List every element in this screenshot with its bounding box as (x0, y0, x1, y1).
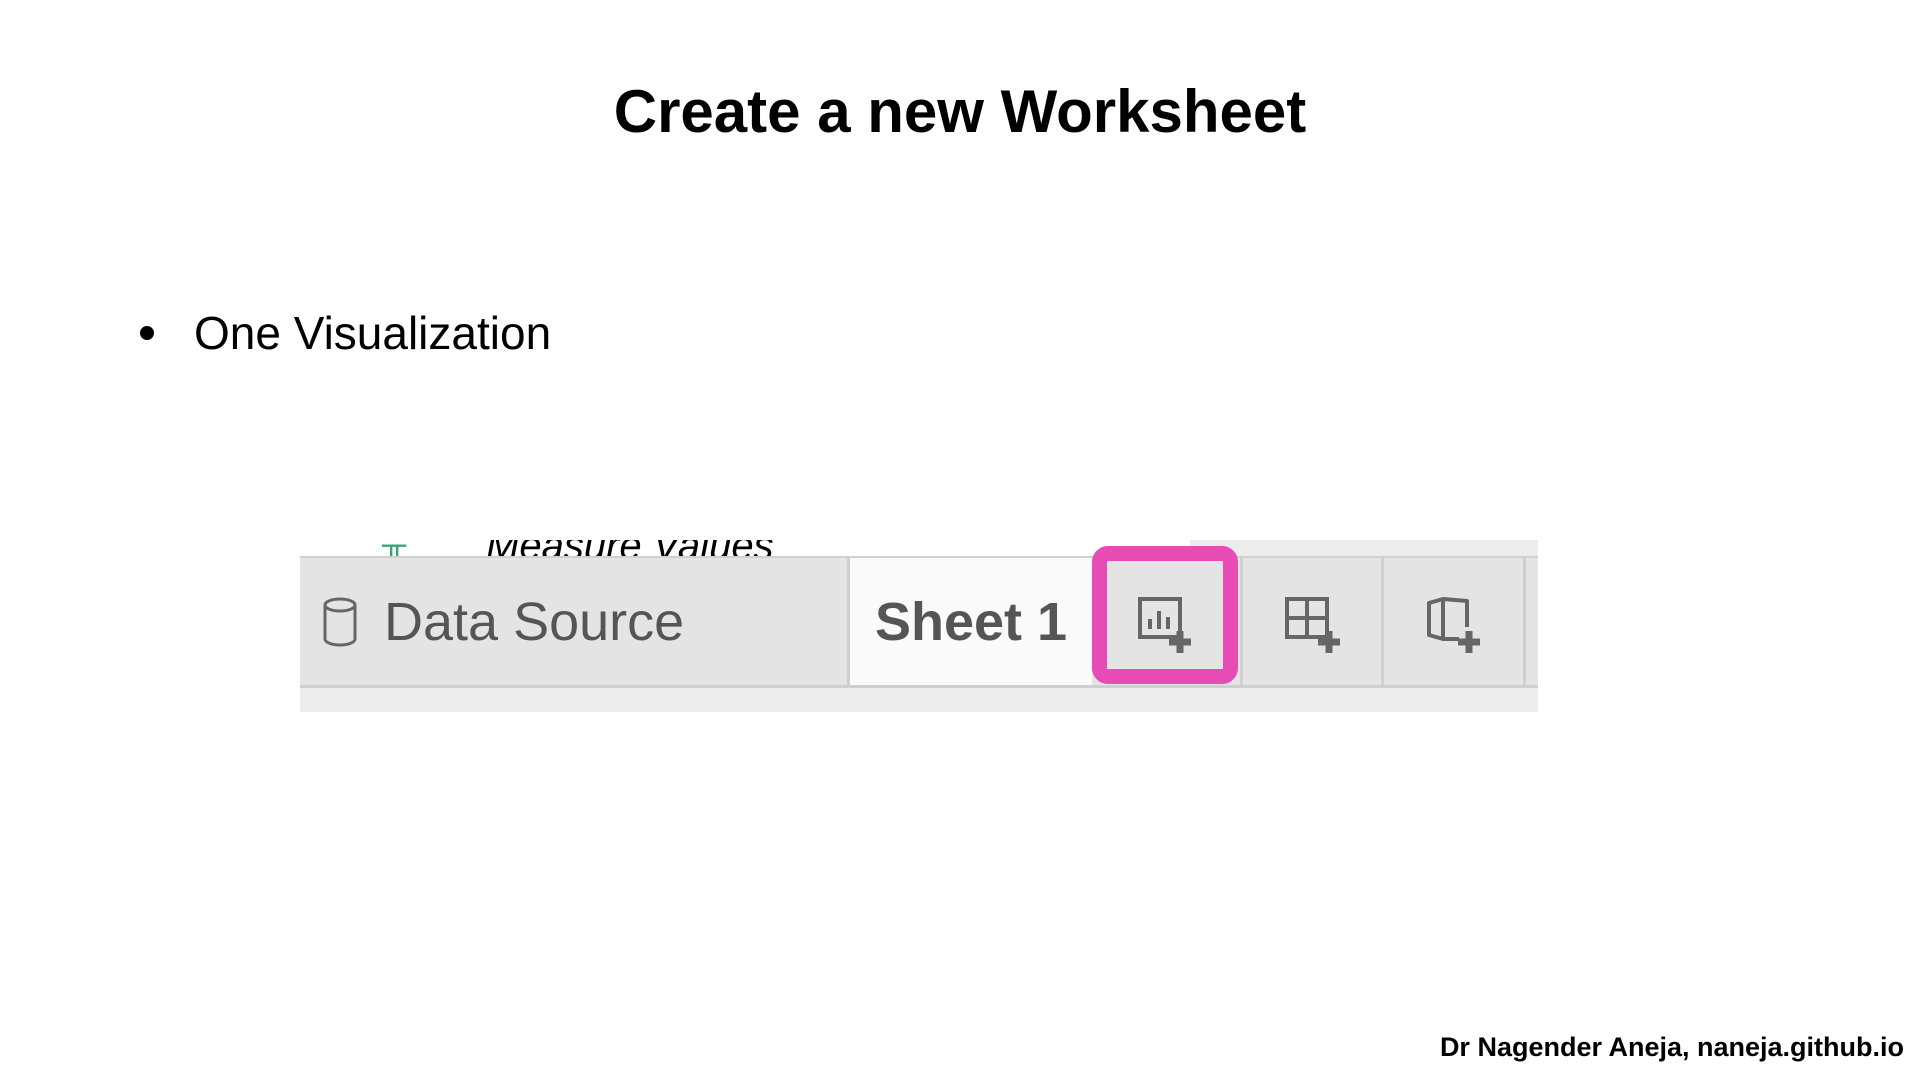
author-credit: Dr Nagender Aneja, naneja.github.io (1439, 1032, 1904, 1062)
tab-sheet-1[interactable]: Sheet 1 (850, 558, 1092, 685)
panel-strip (1190, 540, 1538, 556)
slide: Create a new Worksheet One Visualization… (0, 0, 1920, 1080)
tab-data-source-label: Data Source (384, 591, 685, 652)
tab-bar-bottom-strip (300, 688, 1538, 712)
bullet-text: One Visualization (194, 307, 552, 359)
tableau-tabbar-screenshot: ╥ Measure Values Data Source Sheet 1 (300, 540, 1538, 712)
bullet-list: One Visualization (140, 310, 551, 356)
tab-sheet-1-label: Sheet 1 (874, 591, 1068, 652)
bullet-dot (140, 326, 154, 340)
new-story-button[interactable] (1384, 558, 1526, 685)
new-story-icon (1426, 596, 1480, 653)
slide-title: Create a new Worksheet (613, 78, 1307, 145)
tab-data-source[interactable]: Data Source (300, 558, 850, 685)
clipped-field-row: ╥ Measure Values (300, 540, 1538, 556)
new-dashboard-icon (1285, 596, 1340, 653)
new-dashboard-button[interactable] (1240, 558, 1384, 685)
measure-values-icon: ╥ (382, 540, 406, 556)
sheet-tab-bar: Data Source Sheet 1 (300, 556, 1538, 688)
clipped-field-label[interactable]: Measure Values (486, 540, 774, 556)
database-icon (323, 597, 357, 646)
new-worksheet-highlight (1092, 546, 1238, 684)
bullet-item: One Visualization (140, 310, 551, 356)
